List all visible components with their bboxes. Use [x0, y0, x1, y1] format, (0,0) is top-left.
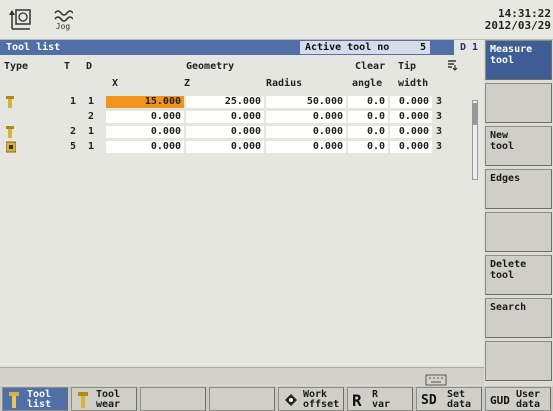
r-variable-softkey-label: R var — [372, 389, 391, 410]
tool-list-softkey[interactable]: Tool list — [2, 387, 68, 411]
col-t: T — [64, 61, 71, 72]
cell-radius-input[interactable]: 50.000 — [266, 96, 346, 108]
cell-angle-input[interactable]: 0.0 — [348, 96, 388, 108]
cell-width-input[interactable]: 0.000 — [390, 96, 432, 108]
cell-radius-input[interactable]: 0.000 — [266, 141, 346, 153]
cell-d: 1 — [88, 141, 95, 152]
col-z: Z — [184, 78, 191, 89]
cell-z-input[interactable]: 0.000 — [186, 126, 264, 138]
col-type: Type — [4, 61, 29, 72]
cell-x-input[interactable]: 0.000 — [106, 141, 184, 153]
jog-mode-icon: Jog — [50, 6, 76, 34]
cell-n: 3 — [436, 96, 443, 107]
user-data-softkey-label: User data — [516, 389, 541, 410]
active-tool-indicator: Active tool no 5 — [300, 41, 430, 54]
tool-list-softkey-label: Tool list — [27, 389, 52, 410]
cell-x-input[interactable]: 15.000 — [106, 96, 184, 108]
cell-z-input[interactable]: 0.000 — [186, 141, 264, 153]
tool-wear-softkey[interactable]: Tool wear — [71, 387, 137, 411]
jog-mode-label: Jog — [55, 22, 71, 31]
cell-t: 2 — [70, 126, 77, 137]
col-x: X — [112, 78, 119, 89]
vertical-scrollbar[interactable] — [472, 100, 478, 180]
softkey-empty-h4[interactable] — [209, 387, 275, 411]
col-radius: Radius — [266, 78, 303, 89]
sort-icon[interactable] — [446, 59, 458, 74]
r-variable-icon: R — [352, 390, 362, 410]
cell-width-input[interactable]: 0.000 — [390, 111, 432, 123]
user-data-softkey[interactable]: GUD User data — [485, 387, 551, 411]
cell-x-input[interactable]: 0.000 — [106, 126, 184, 138]
status-bar — [0, 367, 484, 386]
table-row[interactable]: 2 1 0.000 0.000 0.000 0.0 0.000 3 — [0, 126, 470, 139]
cell-n: 3 — [436, 111, 443, 122]
user-data-icon: GUD — [490, 393, 510, 407]
cell-width-input[interactable]: 0.000 — [390, 126, 432, 138]
col-clear: Clear — [355, 61, 386, 72]
cell-t: 1 — [70, 96, 77, 107]
edges-softkey[interactable]: Edges — [485, 169, 552, 209]
col-geometry: Geometry — [186, 61, 235, 72]
tool-list-panel: Tool list Active tool no 5 D 1 Type T D … — [0, 40, 484, 366]
search-softkey[interactable]: Search — [485, 298, 552, 338]
cell-angle-input[interactable]: 0.0 — [348, 126, 388, 138]
table-row[interactable]: 5 1 0.000 0.000 0.000 0.0 0.000 3 — [0, 141, 470, 154]
col-d: D — [86, 61, 93, 72]
active-tool-label: Active tool no — [305, 42, 390, 53]
cell-n: 3 — [436, 126, 443, 137]
cell-z-input[interactable]: 0.000 — [186, 111, 264, 123]
cell-angle-input[interactable]: 0.0 — [348, 111, 388, 123]
setting-data-icon: SD — [421, 392, 437, 408]
work-offset-softkey[interactable]: Work offset — [278, 387, 344, 411]
drill-tool-icon — [6, 126, 14, 138]
machine-icon — [8, 6, 34, 34]
tool-wear-softkey-label: Tool wear — [96, 389, 121, 410]
turning-tool-icon — [5, 141, 17, 153]
work-offset-icon — [283, 392, 299, 408]
r-variable-softkey[interactable]: R R var — [347, 387, 413, 411]
cell-x-input[interactable]: 0.000 — [106, 111, 184, 123]
table-row[interactable]: 2 0.000 0.000 0.000 0.0 0.000 3 — [0, 111, 470, 124]
panel-title-bar: Tool list Active tool no 5 D 1 — [0, 40, 484, 55]
col-tip: Tip — [398, 61, 417, 72]
active-edge-indicator: D 1 — [454, 40, 484, 55]
delete-tool-softkey[interactable]: Delete tool — [485, 255, 552, 295]
softkey-empty-8[interactable] — [485, 341, 552, 381]
col-angle: angle — [352, 78, 383, 89]
softkey-empty-2[interactable] — [485, 83, 552, 123]
cell-radius-input[interactable]: 0.000 — [266, 111, 346, 123]
horizontal-softkey-bar: Tool list Tool wear Work offset R R var … — [0, 386, 553, 411]
date-display: 2012/03/29 — [484, 19, 551, 32]
setting-data-softkey-label: Set data — [447, 389, 472, 410]
softkey-empty-5[interactable] — [485, 212, 552, 252]
active-tool-value: 5 — [419, 42, 426, 53]
cell-d: 2 — [88, 111, 95, 122]
setting-data-softkey[interactable]: SD Set data — [416, 387, 482, 411]
measure-tool-softkey[interactable]: Measure tool — [485, 40, 552, 80]
col-width: width — [398, 78, 429, 89]
panel-title: Tool list — [6, 42, 61, 53]
cell-d: 1 — [88, 126, 95, 137]
cell-d: 1 — [88, 96, 95, 107]
table-row[interactable]: 1 1 15.000 25.000 50.000 0.0 0.000 3 — [0, 96, 470, 109]
cell-n: 3 — [436, 141, 443, 152]
cell-angle-input[interactable]: 0.0 — [348, 141, 388, 153]
work-offset-softkey-label: Work offset — [303, 389, 340, 410]
tool-wear-icon — [76, 392, 90, 408]
scrollbar-thumb[interactable] — [473, 103, 477, 125]
softkey-empty-h3[interactable] — [140, 387, 206, 411]
header-bar: Jog 14:31:22 2012/03/29 — [0, 0, 553, 40]
screen: Jog 14:31:22 2012/03/29 Tool list Active… — [0, 0, 553, 411]
drill-tool-icon — [6, 96, 14, 108]
cell-width-input[interactable]: 0.000 — [390, 141, 432, 153]
keyboard-icon — [425, 371, 447, 386]
cell-t: 5 — [70, 141, 77, 152]
cell-z-input[interactable]: 25.000 — [186, 96, 264, 108]
vertical-softkey-bar: Measure tool New tool Edges Delete tool … — [484, 40, 553, 386]
cell-radius-input[interactable]: 0.000 — [266, 126, 346, 138]
tool-list-icon — [7, 392, 21, 408]
new-tool-softkey[interactable]: New tool — [485, 126, 552, 166]
clock: 14:31:22 2012/03/29 — [485, 8, 551, 32]
